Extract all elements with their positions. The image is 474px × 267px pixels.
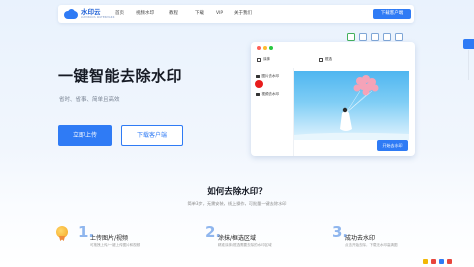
upload-button[interactable]: 立即上传 — [58, 125, 112, 146]
download-client-button[interactable]: 下载客户端 — [121, 125, 183, 146]
brand-tagline: LUMINOUS WATERMARK — [81, 15, 115, 19]
sidebar-item-video[interactable]: 视频去水印 — [256, 92, 279, 97]
start-remove-button[interactable]: 开始去水印 — [377, 140, 408, 151]
chat-icon[interactable] — [439, 259, 444, 264]
step-description: 可拖拽上传/一键上传图片和视频 — [90, 243, 141, 247]
nav-download[interactable]: 下载 — [195, 11, 204, 17]
nav-video-watermark[interactable]: 视频水印 — [136, 11, 154, 17]
floating-service-tab[interactable] — [463, 39, 474, 49]
edge-divider — [468, 50, 469, 80]
image-icon — [256, 74, 260, 79]
video-icon — [256, 92, 260, 97]
smear-tool-label: 涂抹 — [263, 57, 270, 61]
window-maximize-dot — [269, 46, 273, 50]
section-subtitle: 简单3步，无需安装，线上操作，可批量一键去除水印 — [187, 201, 287, 206]
select-box-icon — [319, 57, 323, 62]
bottom-float-icons — [423, 259, 452, 264]
step-label: 涂抹/框选区域 — [218, 235, 257, 242]
section-title: 如何去除水印？ — [207, 187, 267, 197]
image-tool-icon[interactable] — [347, 33, 355, 41]
hot-icon[interactable] — [447, 259, 452, 264]
cloud-logo-icon — [64, 9, 78, 19]
window-minimize-dot — [263, 46, 267, 50]
hero-subtitle: 省时、省事、简单且高效 — [59, 97, 120, 103]
nav-home[interactable]: 首页 — [115, 11, 124, 17]
hero-title: 一键智能去除水印 — [58, 67, 183, 85]
brand-name: 水印云 — [81, 8, 101, 16]
nav-tutorial[interactable]: 教程 — [169, 11, 178, 17]
crop-tool-icon[interactable] — [371, 33, 379, 41]
medal-icon — [56, 226, 68, 238]
smear-tool[interactable]: 涂抹 — [257, 57, 270, 62]
preview-toolbar — [347, 33, 407, 42]
logo[interactable]: 水印云 LUMINOUS WATERMARK — [64, 8, 115, 20]
step-description: 精准涂抹/框选需要去除的水印区域 — [218, 243, 272, 247]
sidebar-item-image[interactable]: 图片去水印 — [256, 74, 279, 79]
step-label: 成功去水印 — [345, 235, 376, 242]
layers-tool-icon[interactable] — [395, 33, 403, 41]
nav-vip[interactable]: VIP — [216, 11, 223, 17]
window-close-dot — [257, 46, 261, 50]
active-marker — [255, 80, 263, 88]
step-label: 上传图片/视频 — [90, 235, 129, 242]
sidebar-item-label: 图片去水印 — [261, 74, 280, 78]
balloon-girl-image — [294, 75, 409, 140]
header-download-button[interactable]: 下载客户端 — [373, 9, 411, 19]
sidebar-item-label: 视频去水印 — [261, 92, 280, 96]
gift-icon[interactable] — [423, 259, 428, 264]
top-navbar: 水印云 LUMINOUS WATERMARK 首页 视频水印 教程 下载 VIP… — [58, 5, 414, 23]
nav-about[interactable]: 关于我们 — [234, 11, 252, 17]
preview-photo — [294, 71, 409, 140]
pen-tool-icon[interactable] — [383, 33, 391, 41]
step-description: 点击开始去除，下载无水印高清图 — [345, 243, 398, 247]
select-tool-label: 框选 — [325, 57, 332, 61]
select-tool[interactable]: 框选 — [319, 57, 332, 62]
video-tool-icon[interactable] — [359, 33, 367, 41]
fire-icon[interactable] — [431, 259, 436, 264]
brush-icon — [257, 57, 261, 62]
